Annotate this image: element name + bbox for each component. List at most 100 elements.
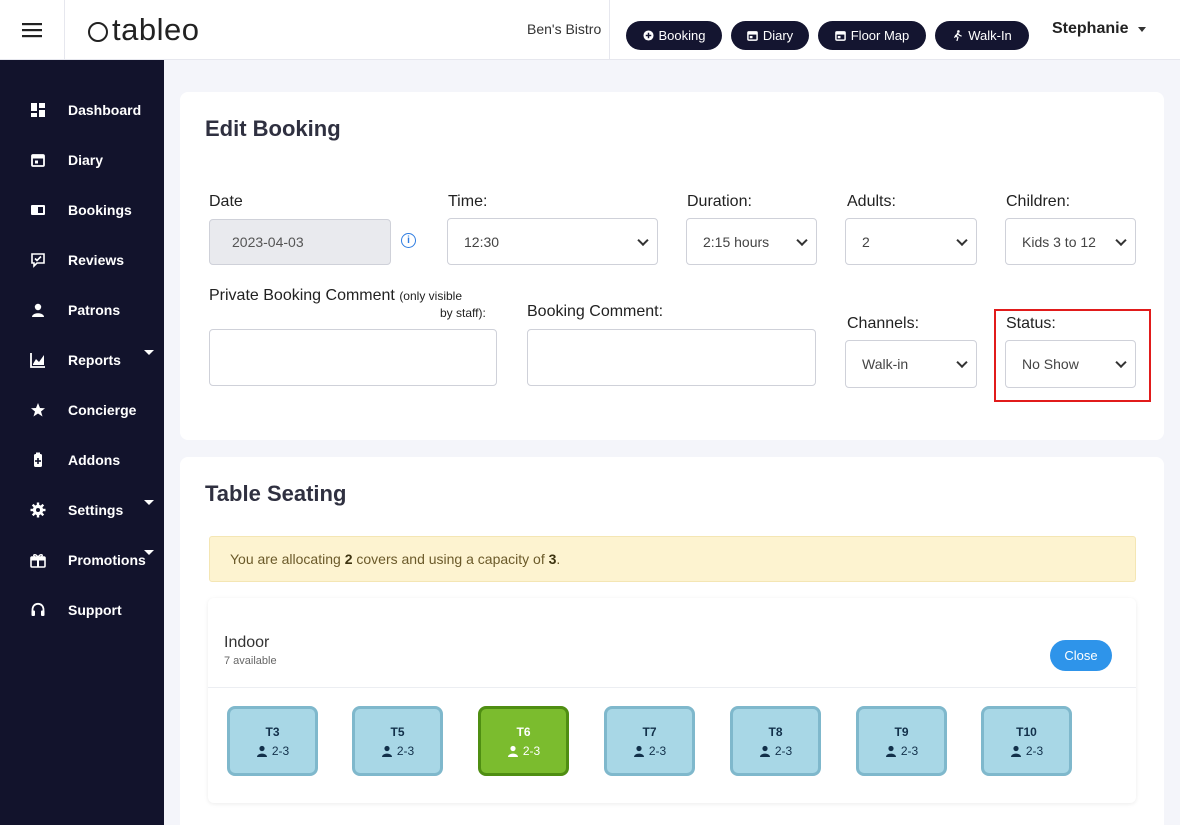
children-select[interactable]: Kids 3 to 12	[1005, 218, 1136, 265]
chevron-down-icon	[144, 500, 154, 505]
private-comment-label: Private Booking Comment (only visible	[209, 287, 462, 305]
sidebar-item-settings[interactable]: Settings	[0, 490, 164, 530]
table-name: T7	[642, 725, 657, 739]
sidebar-item-label: Addons	[68, 452, 121, 468]
sidebar-item-reviews[interactable]: Reviews	[0, 240, 164, 280]
table-name: T3	[265, 725, 280, 739]
close-area-button[interactable]: Close	[1050, 640, 1112, 671]
alert-text: You are allocating	[230, 551, 345, 567]
private-comment-note: (only visible	[399, 289, 463, 303]
sidebar-item-concierge[interactable]: Concierge	[0, 390, 164, 430]
sidebar-item-reports[interactable]: Reports	[0, 340, 164, 380]
sidebar-item-label: Dashboard	[68, 102, 142, 118]
menu-toggle-button[interactable]	[0, 0, 65, 60]
person-icon	[885, 745, 896, 757]
sidebar: Dashboard Diary Bookings Reviews Patrons…	[0, 60, 164, 825]
capacity-range: 2-3	[396, 744, 415, 758]
adults-value: 2	[862, 233, 870, 250]
floor-map-button-label: Floor Map	[850, 28, 910, 43]
person-icon	[381, 745, 392, 757]
table-capacity: 2-3	[481, 744, 566, 758]
sidebar-item-label: Diary	[68, 152, 104, 168]
chevron-down-icon	[144, 350, 154, 355]
table-capacity: 2-3	[607, 744, 692, 758]
private-comment-label-text: Private Booking Comment	[209, 287, 395, 304]
chevron-down-icon	[1138, 26, 1147, 32]
sidebar-item-bookings[interactable]: Bookings	[0, 190, 164, 230]
table-capacity: 2-3	[859, 744, 944, 758]
duration-value: 2:15 hours	[703, 233, 770, 250]
table-tile-t5[interactable]: T5 2-3	[352, 706, 443, 776]
page-title: Edit Booking	[205, 116, 341, 141]
book-icon	[31, 205, 45, 215]
chevron-down-icon	[144, 550, 154, 555]
status-select[interactable]: No Show	[1005, 340, 1136, 388]
person-icon	[1010, 745, 1021, 757]
date-field: 2023-04-03	[209, 219, 391, 265]
sidebar-item-dashboard[interactable]: Dashboard	[0, 90, 164, 130]
sidebar-item-label: Patrons	[68, 302, 121, 318]
area-available-count: 7 available	[224, 655, 277, 667]
walking-person-icon	[954, 30, 962, 41]
addon-icon	[34, 452, 42, 467]
channels-select[interactable]: Walk-in	[845, 340, 977, 388]
calendar-icon	[834, 31, 846, 41]
children-label: Children:	[1006, 193, 1071, 210]
new-booking-button[interactable]: Booking	[626, 21, 722, 50]
floor-map-button[interactable]: Floor Map	[818, 21, 926, 50]
chart-icon	[30, 353, 45, 368]
star-icon	[31, 403, 45, 417]
tableo-logo[interactable]: tableo	[88, 12, 199, 48]
table-tile-t9[interactable]: T9 2-3	[856, 706, 947, 776]
booking-comment-input[interactable]	[527, 329, 816, 386]
capacity-range: 2-3	[648, 744, 667, 758]
info-icon[interactable]: i	[401, 233, 416, 248]
table-name: T8	[768, 725, 783, 739]
chevron-down-icon	[796, 234, 808, 246]
sidebar-item-promotions[interactable]: Promotions	[0, 540, 164, 580]
user-icon	[32, 303, 44, 317]
duration-label: Duration:	[687, 193, 752, 210]
adults-select[interactable]: 2	[845, 218, 977, 265]
time-select[interactable]: 12:30	[447, 218, 658, 265]
person-icon	[507, 745, 518, 757]
sidebar-item-addons[interactable]: Addons	[0, 440, 164, 480]
table-tile-t6[interactable]: T6 2-3	[478, 706, 569, 776]
table-name: T6	[516, 725, 531, 739]
table-tile-t3[interactable]: T3 2-3	[227, 706, 318, 776]
capacity-range: 2-3	[1025, 744, 1044, 758]
channels-label: Channels:	[847, 315, 920, 332]
sidebar-item-diary[interactable]: Diary	[0, 140, 164, 180]
table-capacity: 2-3	[230, 744, 315, 758]
capacity-count: 3	[548, 551, 557, 567]
sidebar-item-support[interactable]: Support	[0, 590, 164, 630]
private-comment-input[interactable]	[209, 329, 497, 386]
calendar-icon	[747, 31, 758, 41]
divider	[208, 687, 1136, 688]
review-icon	[31, 253, 45, 268]
table-tile-t8[interactable]: T8 2-3	[730, 706, 821, 776]
table-name: T9	[894, 725, 909, 739]
sidebar-item-patrons[interactable]: Patrons	[0, 290, 164, 330]
person-icon	[759, 745, 770, 757]
dashboard-icon	[31, 103, 45, 117]
logo-text: tableo	[112, 12, 200, 47]
logo-ring-icon	[88, 21, 108, 42]
top-bar: tableo Ben's Bistro Booking Diary Floor …	[0, 0, 1180, 60]
duration-select[interactable]: 2:15 hours	[686, 218, 817, 265]
capacity-range: 2-3	[522, 744, 541, 758]
capacity-range: 2-3	[900, 744, 919, 758]
user-menu[interactable]: Stephanie	[1052, 20, 1147, 38]
time-value: 12:30	[464, 233, 500, 250]
walk-in-button[interactable]: Walk-In	[935, 21, 1029, 50]
diary-button[interactable]: Diary	[731, 21, 809, 50]
sidebar-item-label: Bookings	[68, 202, 132, 218]
table-tile-t7[interactable]: T7 2-3	[604, 706, 695, 776]
sidebar-item-label: Support	[68, 602, 122, 618]
table-name: T10	[1016, 725, 1037, 739]
sidebar-item-label: Reviews	[68, 252, 125, 268]
time-label: Time:	[448, 193, 488, 210]
children-value: Kids 3 to 12	[1022, 233, 1096, 250]
table-tile-t10[interactable]: T10 2-3	[981, 706, 1072, 776]
table-capacity: 2-3	[984, 744, 1069, 758]
